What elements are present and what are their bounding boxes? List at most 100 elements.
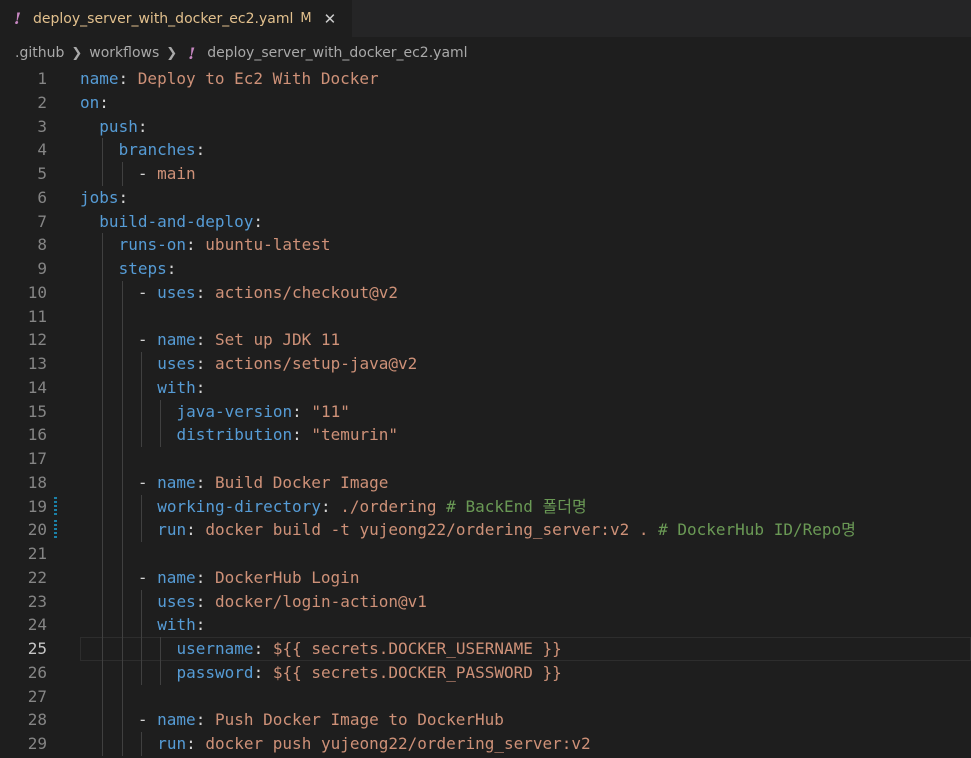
code-line[interactable]: 24 with: [0, 613, 971, 637]
yaml-value: "temurin" [311, 425, 399, 445]
indent-guide [102, 162, 104, 186]
code-text: branches: [119, 138, 206, 162]
close-icon[interactable]: ✕ [324, 10, 337, 28]
line-number: 16 [27, 425, 47, 445]
breadcrumb-github[interactable]: .github [15, 45, 64, 61]
yaml-key: name [157, 472, 196, 492]
indent-guide [140, 613, 142, 637]
code-line[interactable]: 22 - name: DockerHub Login [0, 565, 971, 590]
yaml-key: with [157, 615, 196, 635]
modified-line-indicator[interactable] [54, 496, 57, 517]
code-line[interactable]: 7 build-and-deploy: [0, 210, 971, 234]
indent-guide [102, 447, 104, 471]
code-line[interactable]: 12 - name: Set up JDK 11 [0, 328, 971, 352]
yaml-punctuation: - [137, 567, 158, 587]
code-line[interactable]: 19 working-directory: ./ordering # BackEn… [0, 494, 971, 519]
line-number: 21 [27, 544, 47, 563]
indent-guide [121, 732, 123, 756]
code-line[interactable]: 10 - uses: actions/checkout@v2 [0, 280, 971, 305]
line-number: 14 [27, 377, 47, 397]
yaml-key: working-directory [157, 496, 321, 516]
code-line[interactable]: 26 password: ${{ secrets.DOCKER_PASSWORD … [0, 660, 971, 685]
yaml-punctuation: : [253, 662, 273, 682]
code-text: build-and-deploy: [99, 210, 263, 234]
code-line[interactable]: 17 [0, 447, 971, 471]
code-text: - uses: actions/checkout@v2 [138, 281, 398, 305]
code-line[interactable]: 13 uses: actions/setup-java@v2 [0, 352, 971, 376]
yaml-punctuation: - [137, 710, 158, 730]
code-line[interactable]: 18 - name: Build Docker Image [0, 470, 971, 495]
code-line[interactable]: 27 [0, 684, 971, 709]
code-line[interactable]: 3 push: [0, 115, 971, 139]
indent-guide [160, 660, 162, 685]
code-content: steps: [80, 257, 971, 281]
code-content [80, 684, 971, 709]
code-text: run: docker build -t yujeong22/ordering_… [157, 518, 856, 542]
code-line[interactable]: 2 on: [0, 91, 971, 115]
code-line[interactable]: 25 username: ${{ secrets.DOCKER_USERNAME … [0, 637, 971, 661]
indent-guide [102, 518, 104, 542]
yaml-key: name [157, 567, 196, 587]
code-line[interactable]: 6 jobs: [0, 186, 971, 210]
indent-guide [160, 637, 162, 661]
yaml-key: push [99, 116, 138, 136]
yaml-punctuation: : [320, 496, 341, 516]
code-line[interactable]: 23 uses: docker/login-action@v1 [0, 589, 971, 614]
indent-guide [121, 280, 123, 305]
code-line[interactable]: 20 run: docker build -t yujeong22/orderin… [0, 518, 971, 542]
code-content: - name: Push Docker Image to DockerHub [80, 708, 971, 732]
indent-guide [102, 138, 104, 162]
code-line[interactable]: 1 name: Deploy to Ec2 With Docker [0, 67, 971, 91]
code-text: run: docker push yujeong22/ordering_serv… [157, 732, 590, 756]
yaml-punctuation: : [195, 140, 206, 160]
code-line[interactable]: 11 [0, 304, 971, 329]
breadcrumb-workflows[interactable]: workflows [89, 45, 159, 61]
yaml-key: java-version [176, 401, 293, 421]
code-line[interactable]: 16 distribution: "temurin" [0, 423, 971, 447]
breadcrumb-file[interactable]: deploy_server_with_docker_ec2.yaml [207, 45, 467, 61]
indent-guide [102, 732, 104, 756]
code-content: run: docker push yujeong22/ordering_serv… [80, 732, 971, 756]
code-line[interactable]: 14 with: [0, 375, 971, 400]
modified-line-indicator[interactable] [54, 520, 57, 540]
line-number: 9 [37, 259, 47, 278]
indent-guide [102, 684, 104, 709]
yaml-key: uses [157, 591, 196, 611]
yaml-value: ubuntu-latest [205, 235, 331, 255]
yaml-key: runs-on [118, 235, 187, 255]
code-content: run: docker build -t yujeong22/ordering_… [80, 518, 971, 542]
indent-guide [121, 470, 123, 495]
code-editor[interactable]: 1 name: Deploy to Ec2 With Docker 2 on: 3 pus… [0, 67, 971, 758]
line-number: 11 [27, 306, 47, 326]
code-line[interactable]: 28 - name: Push Docker Image to DockerHub [0, 708, 971, 732]
indent-guide [102, 708, 104, 732]
code-content: jobs: [80, 186, 971, 210]
code-line[interactable]: 15 java-version: "11" [0, 399, 971, 424]
code-line[interactable]: 8 runs-on: ubuntu-latest [0, 233, 971, 257]
code-text: - name: Build Docker Image [138, 471, 388, 495]
yaml-value: ${{ secrets.DOCKER_USERNAME }} [272, 639, 562, 658]
code-content [80, 304, 971, 329]
indent-guide [102, 470, 104, 495]
code-text: password: ${{ secrets.DOCKER_PASSWORD }} [177, 661, 562, 685]
yaml-key: distribution [176, 425, 293, 445]
yaml-value: actions/checkout@v2 [214, 282, 398, 302]
yaml-comment: # DockerHub ID/Repo명 [648, 520, 856, 540]
indent-guide [140, 732, 142, 756]
editor-tab[interactable]: ! deploy_server_with_docker_ec2.yaml M ✕ [0, 0, 352, 37]
code-content: working-directory: ./ordering # BackEnd … [80, 494, 971, 519]
code-content: - main [80, 162, 971, 186]
code-text: on: [80, 91, 109, 115]
line-number: 4 [37, 140, 47, 160]
code-line[interactable]: 9 steps: [0, 257, 971, 281]
indent-guide [121, 542, 123, 566]
line-number: 1 [37, 69, 47, 88]
yaml-value: main [157, 164, 196, 183]
code-line[interactable]: 4 branches: [0, 138, 971, 162]
code-line[interactable]: 29 run: docker push yujeong22/ordering_se… [0, 732, 971, 756]
line-number: 20 [27, 520, 47, 540]
code-line[interactable]: 5 - main [0, 162, 971, 186]
code-line[interactable]: 21 [0, 542, 971, 566]
line-number: 6 [37, 187, 47, 207]
line-number: 18 [27, 472, 47, 492]
